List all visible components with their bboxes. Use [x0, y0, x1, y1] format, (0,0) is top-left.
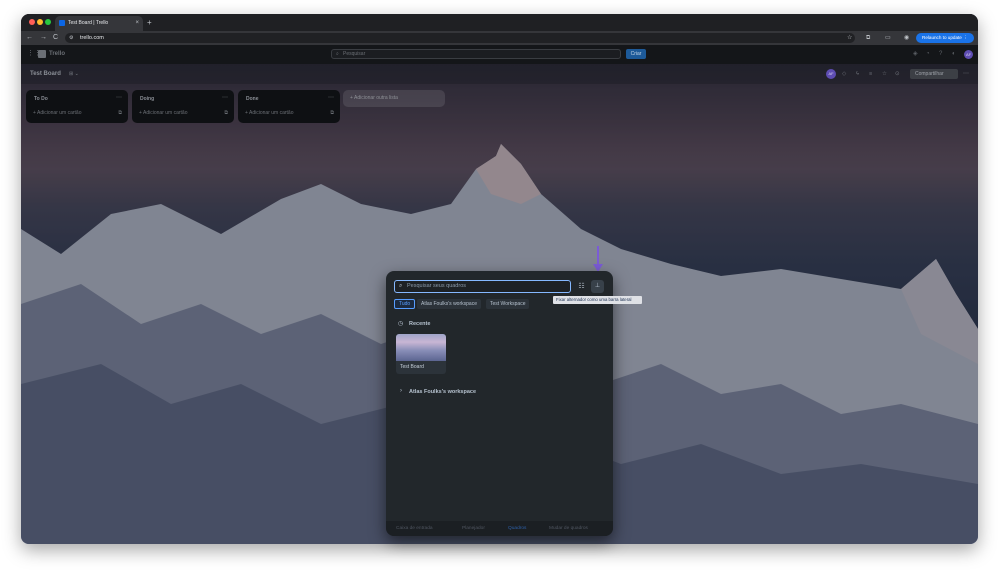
filter-chip-test-workspace[interactable]: Test Workspace [486, 299, 530, 309]
maximize-window-button[interactable] [45, 19, 51, 25]
notifications-bell-icon[interactable]: ◔ [926, 45, 930, 64]
sort-filter-icon[interactable]: ☷ [575, 280, 588, 293]
recent-board-card[interactable]: Test Board [396, 334, 446, 374]
profile-icon[interactable]: ◉ [904, 31, 909, 45]
clock-icon: ◷ [398, 321, 404, 327]
trello-header: ⋮⋮ Trello ⌕ Pesquisar Criar ◈ ◔ ? ◐ AF [21, 45, 978, 64]
tab-title: Test Board | Trello [68, 20, 109, 26]
nav-switch-boards[interactable]: Mudar de quadros [549, 521, 588, 536]
power-ups-icon[interactable]: ◇ [842, 64, 846, 84]
list-title[interactable]: Done [246, 96, 259, 102]
recent-section-label: Recente [409, 321, 431, 327]
search-icon: ⌕ [336, 51, 339, 57]
chevron-right-icon[interactable]: › [400, 388, 402, 394]
card-template-icon[interactable]: ⧉ [224, 110, 228, 116]
reload-button[interactable]: C [53, 31, 58, 45]
add-card-button[interactable]: + Adicionar um cartão [245, 110, 294, 116]
list-menu-icon[interactable]: ⋯ [116, 94, 122, 101]
member-avatar[interactable]: AF [964, 50, 973, 59]
list-menu-icon[interactable]: ⋯ [222, 94, 228, 101]
trello-favicon-icon [59, 20, 65, 26]
automation-icon[interactable]: ϟ [856, 64, 859, 84]
tab-strip: Test Board | Trello × + [21, 14, 978, 31]
global-search-placeholder: Pesquisar [343, 51, 366, 57]
close-window-button[interactable] [29, 19, 35, 25]
board-search-placeholder: Pesquisar seus quadros [407, 283, 467, 289]
tab-close-icon[interactable]: × [135, 16, 139, 31]
pin-icon[interactable]: ⊥ [591, 280, 604, 293]
bottom-navigation: Caixa de entrada Planejador Quadros Muda… [386, 521, 613, 536]
side-panel-icon[interactable]: ▭ [885, 31, 891, 45]
search-icon: ⌕ [399, 283, 403, 289]
add-card-button[interactable]: + Adicionar um cartão [139, 110, 188, 116]
annotation-arrow-shaft [597, 246, 599, 266]
browser-tab[interactable]: Test Board | Trello × [55, 16, 143, 31]
trello-logo-text[interactable]: Trello [49, 45, 65, 64]
browser-toolbar: ← → C ⚙ trello.com ☆ ⧉ ▭ ◉ Relaunch to u… [21, 31, 978, 45]
workspace-section-label[interactable]: Atlas Foulks's workspace [409, 389, 476, 395]
list-column: Doing ⋯ + Adicionar um cartão ⧉ [132, 90, 234, 123]
minimize-window-button[interactable] [37, 19, 43, 25]
extensions-icon[interactable]: ⧉ [866, 31, 870, 45]
board-card-title: Test Board [400, 364, 424, 370]
board-search-input[interactable]: ⌕ Pesquisar seus quadros [394, 280, 571, 293]
board-title[interactable]: Test Board [30, 64, 61, 84]
global-search-input[interactable]: ⌕ Pesquisar [331, 49, 621, 59]
trello-logo-icon[interactable] [38, 50, 46, 58]
bookmark-star-icon[interactable]: ☆ [847, 31, 852, 45]
nav-inbox[interactable]: Caixa de entrada [396, 521, 433, 536]
add-card-button[interactable]: + Adicionar um cartão [33, 110, 82, 116]
board-switcher-panel: ⌕ Pesquisar seus quadros ☷ ⊥ Tudo Atlas … [386, 271, 613, 536]
board-thumbnail [396, 334, 446, 361]
board-member-avatar[interactable]: AF [826, 69, 836, 79]
share-button[interactable]: Compartilhar [910, 69, 958, 79]
help-icon[interactable]: ? [939, 45, 942, 64]
nav-planner[interactable]: Planejador [462, 521, 485, 536]
filter-icon[interactable]: ≡ [869, 64, 872, 84]
list-column: To Do ⋯ + Adicionar um cartão ⧉ [26, 90, 128, 123]
app-switcher-icon[interactable]: ⋮⋮ [27, 50, 41, 57]
nav-boards[interactable]: Quadros [508, 521, 526, 536]
add-list-button[interactable]: + Adicionar outra lista [343, 90, 445, 107]
filter-chip-all[interactable]: Tudo [394, 299, 416, 309]
theme-icon[interactable]: ◐ [952, 45, 956, 64]
board-header: Test Board ⊞ ⌄ AF ◇ ϟ ≡ ☆ ⊙ Compartilhar… [21, 64, 978, 84]
board-view-switcher[interactable]: ⊞ ⌄ [69, 64, 79, 84]
address-bar[interactable]: ⚙ trello.com [65, 33, 855, 43]
back-button[interactable]: ← [26, 31, 33, 45]
list-menu-icon[interactable]: ⋯ [328, 94, 334, 101]
site-settings-icon[interactable]: ⚙ [69, 33, 73, 43]
card-template-icon[interactable]: ⧉ [118, 110, 122, 116]
forward-button[interactable]: → [40, 31, 47, 45]
megaphone-icon[interactable]: ◈ [913, 45, 918, 64]
pin-tooltip: Fixar alternador como uma barra lateral [553, 296, 642, 304]
create-button[interactable]: Criar [626, 49, 646, 59]
board-menu-icon[interactable]: ⋯ [963, 64, 969, 84]
card-template-icon[interactable]: ⧉ [330, 110, 334, 116]
filter-chip-atlas-workspace[interactable]: Atlas Foulks's workspace [417, 299, 481, 309]
relaunch-to-update-button[interactable]: Relaunch to update ⋮ [916, 33, 974, 43]
visibility-icon[interactable]: ⊙ [895, 64, 900, 84]
list-column: Done ⋯ + Adicionar um cartão ⧉ [238, 90, 340, 123]
new-tab-button[interactable]: + [147, 16, 152, 29]
list-title[interactable]: To Do [34, 96, 48, 102]
list-title[interactable]: Doing [140, 96, 154, 102]
url-text: trello.com [80, 35, 104, 41]
star-icon[interactable]: ☆ [882, 64, 887, 84]
